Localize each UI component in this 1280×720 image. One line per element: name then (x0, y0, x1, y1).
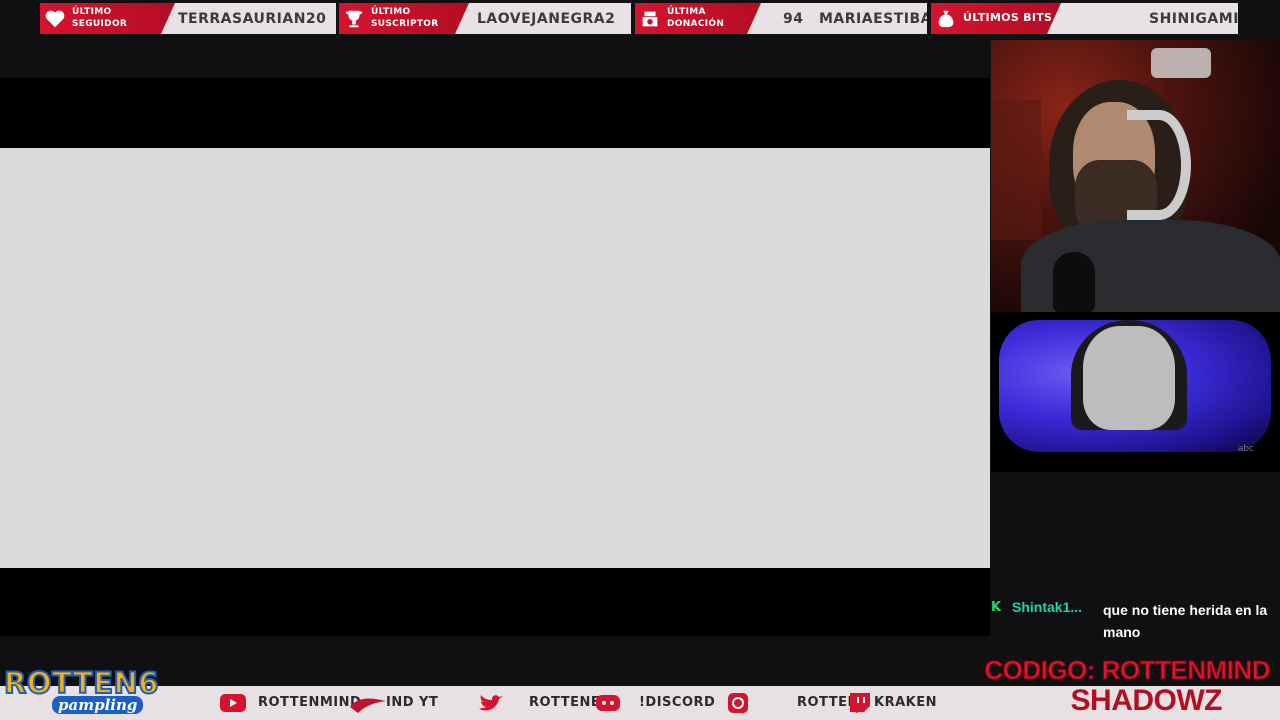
discount-code-brand: SHADOWZ (1070, 684, 1223, 717)
sponsor-logo: ROTTEN6 pampling (3, 665, 166, 720)
subscriber-label-2: Suscriptor (371, 19, 439, 29)
discount-code-label: CODIGO: ROTTENMIND (984, 655, 1271, 686)
trophy-icon (345, 10, 363, 28)
chat-text: que no tiene herida en la mano (1103, 602, 1268, 640)
last-subscriber-name: LAOVEJANEGRA2 (477, 11, 616, 27)
microphone-icon (1053, 252, 1095, 312)
last-bits-name: SHINIGAMI (1149, 11, 1238, 27)
game-capture-area (0, 148, 990, 568)
twitch-handle[interactable]: KRAKEN (874, 695, 937, 710)
chat-message: K Shintak1... que no tiene herida en la … (991, 596, 1280, 640)
last-subscriber-alert: Último Suscriptor LAOVEJANEGRA2 (339, 3, 631, 34)
last-follower-alert: Último Seguidor TERRASAURIAN20 (40, 3, 336, 34)
logo-main-text: ROTTEN6 (3, 665, 159, 701)
cash-register-icon (642, 11, 658, 27)
follower-label-2: Seguidor (72, 19, 128, 29)
instagram-handle[interactable]: ROTTEI (797, 695, 853, 710)
tentacle-icon (350, 698, 386, 713)
discord-command[interactable]: !DISCORD (639, 695, 715, 710)
last-donation-alert: Última Donación 94 MARIAESTIBA (635, 3, 927, 34)
alerts-bar: Último Seguidor TERRASAURIAN20 Último Susc… (40, 3, 1238, 34)
last-follower-name: TERRASAURIAN20 (178, 11, 327, 27)
video-clip: abc (991, 312, 1280, 472)
letterbox-top (0, 78, 990, 148)
subscriber-label-1: Último (371, 7, 411, 17)
money-bag-icon (938, 10, 954, 28)
webcam-feed (991, 40, 1280, 312)
youtube-handle[interactable]: ROTTENMIND (258, 695, 361, 710)
heart-icon (45, 10, 65, 28)
twitch-icon (850, 693, 870, 713)
youtube2-handle[interactable]: IND YT (386, 695, 438, 710)
twitter-icon (479, 695, 503, 711)
discord-icon (596, 695, 620, 711)
channel-logo: abc (1237, 444, 1254, 454)
instagram-icon (728, 693, 748, 713)
bits-label: Últimos bits (963, 11, 1053, 24)
last-donation-amount: 94 (783, 11, 804, 27)
twitter-handle[interactable]: ROTTENE (529, 695, 600, 710)
chat-username[interactable]: Shintak1... (1012, 599, 1082, 615)
last-bits-alert: Últimos bits SHINIGAMI (931, 3, 1238, 34)
headphones-icon (1127, 110, 1191, 220)
last-donation-name: MARIAESTIBA (819, 11, 927, 27)
letterbox-bottom (0, 568, 990, 636)
chat-badge: K (991, 600, 1002, 615)
follower-label-1: Último (72, 7, 112, 17)
donation-label-1: Última (667, 7, 706, 17)
logo-sub-text: pampling (52, 696, 144, 714)
youtube-icon (220, 694, 246, 712)
donation-label-2: Donación (667, 19, 725, 29)
